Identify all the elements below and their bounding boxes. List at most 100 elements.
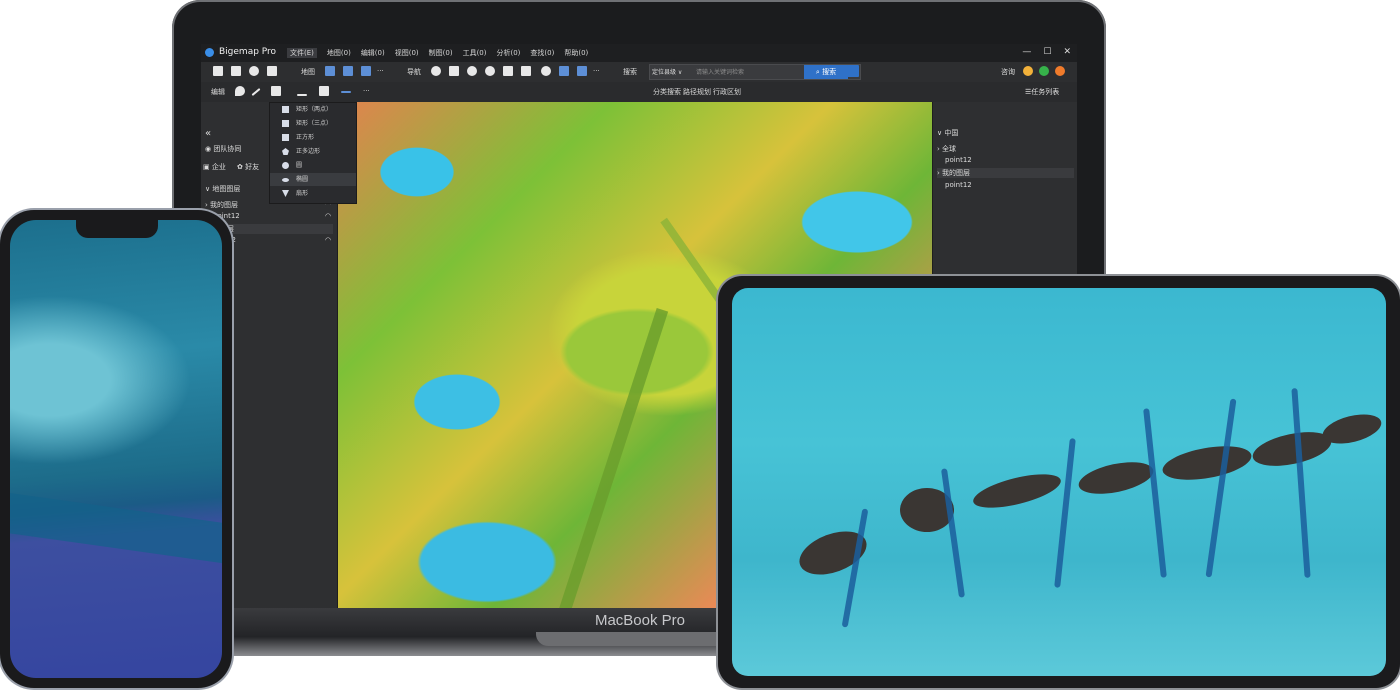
search-label: 搜索 — [623, 68, 637, 76]
menu-item-label: 扇形 — [296, 190, 309, 197]
menu-item-rect-two-point[interactable]: 矩形（两点） — [270, 103, 356, 116]
more-icon-2[interactable]: ··· — [593, 67, 600, 75]
open-folder-icon[interactable] — [213, 66, 223, 76]
tidal-channel-4 — [1143, 408, 1167, 578]
menu-find[interactable]: 查找(0) — [530, 48, 554, 58]
app-logo-icon — [205, 48, 214, 57]
main-toolbar: 地图 ··· 导航 ··· 搜索 定位县级 ∨ ⌕ 搜索 咨询 — [201, 62, 1077, 83]
menu-item-sector[interactable]: 扇形 — [270, 187, 356, 200]
eye-icon-2[interactable]: ◠ — [325, 212, 331, 220]
square-icon — [282, 134, 289, 141]
phone-device — [0, 210, 232, 688]
pentagon-icon — [282, 148, 289, 155]
more-icon-3[interactable]: ··· — [363, 87, 370, 95]
undo-icon[interactable] — [503, 66, 513, 76]
ruler-icon[interactable] — [297, 94, 307, 96]
search-input[interactable] — [696, 66, 800, 78]
phone-notch — [76, 220, 158, 238]
polygon-icon[interactable] — [271, 86, 281, 96]
pointer-icon[interactable] — [449, 66, 459, 76]
layers-icon[interactable] — [319, 86, 329, 96]
user-icon[interactable] — [541, 66, 551, 76]
search-button[interactable]: ⌕ 搜索 — [804, 65, 848, 79]
region-label: 我的图层 — [942, 169, 971, 177]
point12-row-2[interactable]: point12 — [945, 181, 972, 189]
menu-item-regular-polygon[interactable]: 正多边形 — [270, 145, 356, 158]
qq-icon[interactable] — [1023, 66, 1033, 76]
menu-tools[interactable]: 工具(0) — [463, 48, 487, 58]
image-icon[interactable] — [559, 66, 569, 76]
sector-icon — [282, 190, 289, 197]
map-layer-3-icon[interactable] — [361, 66, 371, 76]
menu-item-rect-three-point[interactable]: 矩形（三点） — [270, 117, 356, 130]
wechat-icon[interactable] — [1039, 66, 1049, 76]
collapse-panel-button[interactable]: « — [205, 128, 211, 139]
pan-hand-icon[interactable] — [431, 66, 441, 76]
task-list-label: 任务列表 — [1031, 88, 1060, 96]
search-scope-select[interactable]: 定位县级 ∨ — [652, 67, 682, 76]
gear-icon[interactable] — [249, 66, 259, 76]
friends-tab[interactable]: ✿ 好友 — [237, 162, 259, 172]
title-bar: Bigemap Pro 文件(E) 地图(0) 编辑(0) 视图(0) 制图(0… — [201, 44, 1077, 62]
consult-label[interactable]: 咨询 — [1001, 67, 1015, 77]
menu-item-label: 正多边形 — [296, 148, 321, 155]
region-label: 中国 — [944, 129, 959, 137]
friends-icon: ✿ — [237, 163, 246, 171]
ellipse-icon — [282, 178, 289, 182]
island-5 — [1160, 440, 1254, 486]
map-layer-2-icon[interactable] — [343, 66, 353, 76]
menu-file[interactable]: 文件(E) — [287, 48, 317, 58]
point12-row[interactable]: point12 — [945, 156, 972, 164]
redo-icon[interactable] — [521, 66, 531, 76]
region-global-row[interactable]: › 全球 — [937, 144, 956, 154]
tidal-channel-6 — [1291, 388, 1311, 578]
quick-link-admin-division[interactable]: 行政区划 — [713, 87, 741, 97]
menu-map[interactable]: 地图(0) — [327, 48, 351, 58]
search-bar: 定位县级 ∨ ⌕ 搜索 — [649, 64, 861, 80]
quick-link-route-planning[interactable]: 路径规划 — [683, 87, 711, 97]
menu-item-circle[interactable]: 圆 — [270, 159, 356, 172]
quick-link-category-search[interactable]: 分类搜索 — [653, 87, 681, 97]
task-list-button[interactable]: ☰任务列表 — [1025, 87, 1059, 97]
map-layer-1-icon[interactable] — [325, 66, 335, 76]
menu-edit[interactable]: 编辑(0) — [361, 48, 385, 58]
zoom-in-icon[interactable] — [467, 66, 477, 76]
minimize-button[interactable]: — — [1022, 47, 1031, 57]
line-icon[interactable] — [251, 88, 261, 96]
eye-icon-3[interactable]: ◠ — [325, 236, 331, 244]
window-controls: — ☐ ✕ — [1022, 47, 1071, 57]
menu-item-label: 矩形（两点） — [296, 106, 333, 113]
my-layers-row[interactable]: › 我的图层 — [937, 168, 1074, 178]
tidal-channel-2 — [940, 468, 966, 598]
friends-label: 好友 — [245, 163, 260, 171]
app-title: Bigemap Pro — [219, 47, 277, 57]
tablet-device — [718, 276, 1400, 688]
menu-cartography[interactable]: 制图(0) — [429, 48, 453, 58]
menu-item-label: 正方形 — [296, 134, 315, 141]
close-button[interactable]: ✕ — [1063, 47, 1071, 57]
layer-row-selected[interactable]: 的图层 — [213, 224, 333, 234]
team-collab-item[interactable]: ◉ 团队协同 — [205, 144, 241, 154]
enterprise-tab[interactable]: ▣ 企业 — [203, 162, 226, 172]
map-layers-section[interactable]: ∨ 地图图层 — [205, 184, 240, 194]
print-icon[interactable] — [267, 66, 277, 76]
service-icon[interactable] — [1055, 66, 1065, 76]
marker-icon[interactable] — [235, 86, 245, 96]
menu-item-ellipse[interactable]: 椭圆 — [270, 173, 356, 186]
menu-item-label: 椭圆 — [296, 176, 309, 183]
edit-label: 编辑 — [211, 88, 225, 96]
team-label: 团队协同 — [213, 145, 242, 153]
grid-icon[interactable] — [577, 66, 587, 76]
menu-help[interactable]: 帮助(0) — [564, 48, 588, 58]
region-china-row[interactable]: ∨ 中国 — [937, 128, 958, 138]
new-file-icon[interactable] — [231, 66, 241, 76]
zoom-out-icon[interactable] — [485, 66, 495, 76]
menu-item-label: 矩形（三点） — [296, 120, 333, 127]
menu-analysis[interactable]: 分析(0) — [497, 48, 521, 58]
arrow-icon[interactable] — [341, 91, 351, 93]
menu-item-square[interactable]: 正方形 — [270, 131, 356, 144]
menu-view[interactable]: 视图(0) — [395, 48, 419, 58]
maximize-button[interactable]: ☐ — [1043, 47, 1051, 57]
more-icon[interactable]: ··· — [377, 67, 384, 75]
favorite-star-icon[interactable] — [847, 65, 859, 77]
